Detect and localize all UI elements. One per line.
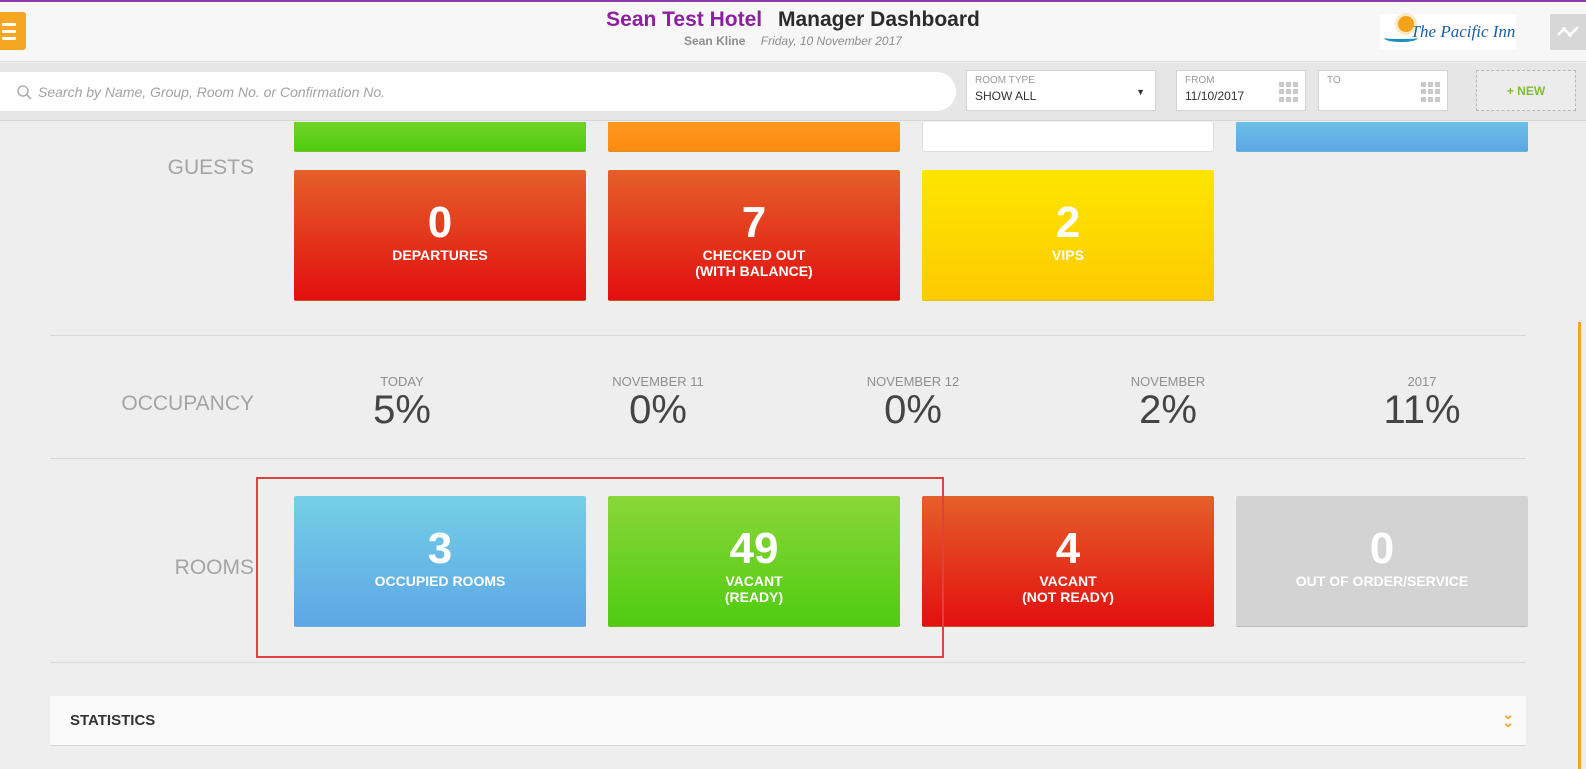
occupancy-nov-11: NOVEMBER 11 0% — [612, 374, 704, 432]
scrollbar[interactable] — [1578, 322, 1581, 769]
departures-label: DEPARTURES — [392, 247, 488, 263]
occupied-rooms-label: OCCUPIED ROOMS — [374, 573, 506, 589]
occupancy-nov-12: NOVEMBER 12 0% — [866, 374, 960, 432]
statistics-label: STATISTICS — [70, 712, 156, 729]
occupied-rooms-tile[interactable]: 3 OCCUPIED ROOMS — [294, 496, 586, 627]
vips-label: VIPS — [1052, 247, 1084, 263]
occupancy-november: NOVEMBER 2% — [1130, 374, 1206, 432]
vacant-not-ready-tile[interactable]: 4 VACANT (NOT READY) — [922, 496, 1214, 627]
vacant-not-ready-label: VACANT — [1039, 573, 1097, 589]
search-input[interactable] — [38, 83, 938, 100]
from-date-field[interactable]: FROM 11/10/2017 — [1176, 70, 1306, 111]
divider — [50, 458, 1526, 459]
vacant-ready-sublabel: (READY) — [724, 589, 784, 605]
vips-tile[interactable]: 2 VIPS — [922, 170, 1214, 301]
double-chevron-down-icon[interactable]: ⌄ ⌄ — [1502, 707, 1514, 729]
partial-tile-blue[interactable] — [1236, 122, 1528, 152]
calendar-icon[interactable] — [1279, 82, 1299, 102]
room-type-label: ROOM TYPE — [975, 75, 1035, 86]
divider — [50, 335, 1526, 336]
out-of-order-label: OUT OF ORDER/SERVICE — [1295, 573, 1469, 589]
rooms-section-label: ROOMS — [174, 556, 254, 579]
occupancy-year: 2017 11% — [1383, 374, 1461, 432]
activity-graph-icon — [1557, 26, 1579, 37]
vacant-not-ready-sublabel: (NOT READY) — [1022, 589, 1114, 605]
out-of-order-tile[interactable]: 0 OUT OF ORDER/SERVICE — [1236, 496, 1528, 627]
vips-count: 2 — [1055, 198, 1081, 247]
checked-out-count: 7 — [741, 198, 767, 247]
occupied-rooms-count: 3 — [427, 524, 453, 573]
room-type-select[interactable]: ROOM TYPE SHOW ALL ▼ — [966, 70, 1156, 111]
out-of-order-count: 0 — [1369, 524, 1395, 573]
page-title: Manager Dashboard — [777, 8, 980, 31]
divider — [50, 662, 1526, 663]
checked-out-balance-tile[interactable]: 7 CHECKED OUT (WITH BALANCE) — [608, 170, 900, 301]
occupancy-section-label: OCCUPANCY — [121, 392, 254, 415]
to-date-field[interactable]: TO — [1318, 70, 1448, 111]
header-title-block: Sean Test Hotel Manager Dashboard Sean K… — [0, 8, 1586, 48]
calendar-icon[interactable] — [1421, 82, 1441, 102]
dropdown-caret-icon: ▼ — [1136, 87, 1145, 97]
statistics-panel-header[interactable]: STATISTICS ⌄ ⌄ — [50, 696, 1526, 746]
departures-count: 0 — [427, 198, 453, 247]
hotel-name: Sean Test Hotel — [606, 8, 763, 31]
checked-out-label: CHECKED OUT — [702, 247, 806, 263]
search-bar: ROOM TYPE SHOW ALL ▼ FROM 11/10/2017 TO … — [0, 63, 1586, 121]
vacant-ready-label: VACANT — [725, 573, 783, 589]
partial-tile-white[interactable] — [922, 122, 1214, 152]
dashboard-content: GUESTS 0 DEPARTURES 7 CHECKED OUT (WITH … — [0, 122, 1586, 769]
checked-out-sublabel: (WITH BALANCE) — [695, 263, 813, 279]
activity-button[interactable] — [1550, 14, 1586, 50]
vacant-ready-count: 49 — [729, 524, 779, 573]
user-name: Sean Kline — [684, 34, 746, 48]
wave-icon — [1384, 34, 1418, 42]
logo-text: The Pacific Inn — [1410, 22, 1516, 41]
partial-tile-orange[interactable] — [608, 122, 900, 152]
room-type-value: SHOW ALL — [975, 89, 1037, 103]
guests-section-label: GUESTS — [167, 156, 254, 179]
hotel-logo: The Pacific Inn — [1380, 14, 1516, 50]
occupancy-today: TODAY 5% — [373, 374, 431, 432]
search-icon — [17, 84, 32, 100]
current-date: Friday, 10 November 2017 — [760, 34, 902, 48]
top-bar: Sean Test Hotel Manager Dashboard Sean K… — [0, 0, 1586, 62]
new-reservation-button[interactable]: + NEW — [1476, 70, 1576, 111]
partial-tile-green[interactable] — [294, 122, 586, 152]
departures-tile[interactable]: 0 DEPARTURES — [294, 170, 586, 301]
search-box[interactable] — [0, 72, 956, 111]
sun-icon — [1398, 16, 1414, 32]
vacant-not-ready-count: 4 — [1055, 524, 1081, 573]
vacant-ready-tile[interactable]: 49 VACANT (READY) — [608, 496, 900, 627]
